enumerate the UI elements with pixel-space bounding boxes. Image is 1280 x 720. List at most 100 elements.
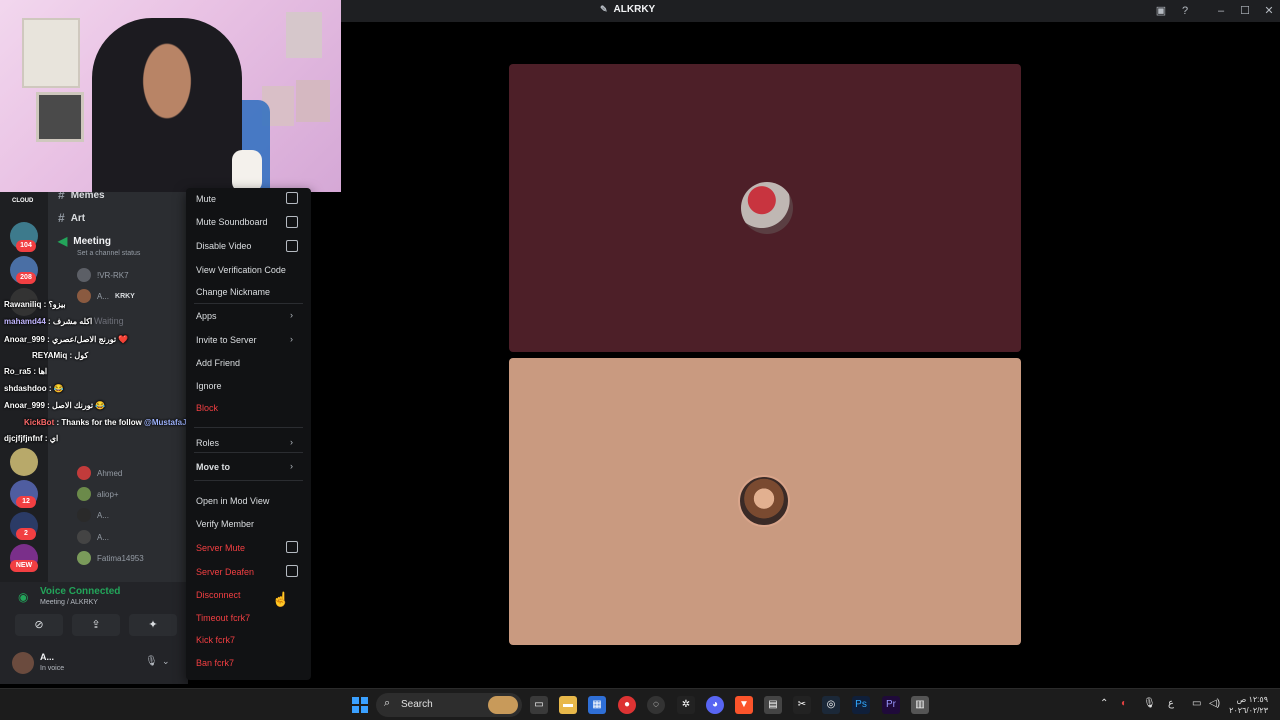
chat-line: Rawaniliq : بيزو؟: [4, 300, 66, 309]
close-icon[interactable]: ✕: [1262, 4, 1276, 18]
chat-text: : بيزو؟: [43, 300, 66, 309]
menu-view-verification-code[interactable]: View Verification Code: [196, 265, 286, 275]
store-icon[interactable]: ▦: [588, 696, 606, 714]
menu-disconnect[interactable]: Disconnect: [196, 590, 241, 600]
photoshop-icon[interactable]: Ps: [852, 696, 870, 714]
taskbar-search[interactable]: ⌕ Search: [376, 693, 522, 717]
inbox-icon[interactable]: ▣: [1154, 4, 1168, 18]
signal-icon: ◉: [18, 590, 29, 604]
help-icon[interactable]: ?: [1178, 4, 1192, 18]
voice-member[interactable]: aliop+: [77, 487, 119, 501]
discord-icon[interactable]: ◕: [706, 696, 724, 714]
voice-member[interactable]: !VR-RK7: [77, 268, 129, 282]
avatar[interactable]: [12, 652, 34, 674]
clock-date: ٢٠٢٦/٠٢/٢٣: [1229, 706, 1268, 715]
chat-line: mahamd44 : اكله مشرف: [4, 317, 92, 326]
channel-label: Memes: [70, 192, 105, 201]
member-name: aliop+: [97, 489, 119, 499]
channel-art[interactable]: # Art: [58, 211, 85, 225]
search-label: Search: [401, 699, 433, 710]
chat-line: Anoar_999 : تورنك الاصل 😂: [4, 401, 105, 410]
menu-mute[interactable]: Mute: [196, 194, 216, 204]
unread-badge: 104: [16, 240, 36, 252]
clock-time: ١٢:٥٩ ص: [1236, 695, 1268, 704]
chevron-down-icon[interactable]: ⌄: [162, 656, 170, 667]
minimize-icon[interactable]: –: [1214, 4, 1228, 18]
voice-panel: ◉ Voice Connected Meeting / ALKRKY ⊘ ⇪ ✦…: [0, 582, 188, 684]
menu-ban[interactable]: Ban fcrk7: [196, 658, 234, 668]
chat-user: Anoar_999: [4, 401, 45, 410]
voice-member[interactable]: A... KRKY: [77, 289, 135, 303]
menu-timeout[interactable]: Timeout fcrk7: [196, 613, 250, 623]
menu-add-friend[interactable]: Add Friend: [196, 358, 240, 368]
channel-status[interactable]: Set a channel status: [77, 250, 140, 257]
menu-block[interactable]: Block: [196, 403, 218, 413]
volume-icon[interactable]: ◁): [1209, 698, 1220, 709]
voice-member[interactable]: A...: [77, 530, 109, 544]
network-icon[interactable]: ▭: [1192, 698, 1201, 709]
channel-label: Meeting: [73, 235, 112, 247]
settings-app-icon[interactable]: ✲: [677, 696, 695, 714]
video-tile-user1[interactable]: [509, 64, 1021, 352]
steam-icon[interactable]: ◎: [822, 696, 840, 714]
server-mute-checkbox[interactable]: [286, 541, 298, 553]
activities-button[interactable]: ✦: [129, 614, 177, 636]
menu-server-deafen[interactable]: Server Deafen: [196, 567, 254, 577]
avatar: [77, 466, 91, 480]
maximize-icon[interactable]: ☐: [1238, 4, 1252, 18]
share-screen-button[interactable]: ⇪: [72, 614, 120, 636]
hand-cursor-icon: ☝: [272, 591, 290, 607]
app-icon[interactable]: ▥: [911, 696, 929, 714]
server-icon[interactable]: [10, 448, 38, 476]
menu-server-mute[interactable]: Server Mute: [196, 543, 245, 553]
menu-kick[interactable]: Kick fcrk7: [196, 635, 235, 645]
unread-badge: 208: [16, 272, 36, 284]
menu-divider: [194, 480, 303, 481]
video-tile-user2[interactable]: [509, 358, 1021, 645]
voice-channel[interactable]: Meeting / ALKRKY: [40, 599, 98, 606]
wall-plaque: [296, 80, 330, 122]
chevron-up-icon[interactable]: ⌃: [1100, 698, 1108, 709]
clock[interactable]: ١٢:٥٩ ص ٢٠٢٦/٠٢/٢٣: [1228, 694, 1268, 716]
menu-change-nickname[interactable]: Change Nickname: [196, 287, 270, 297]
chat-line: Ro_ra5 : اها: [4, 367, 47, 376]
editor-icon[interactable]: ▤: [764, 696, 782, 714]
chrome-icon[interactable]: ●: [618, 696, 636, 714]
menu-open-mod-view[interactable]: Open in Mod View: [196, 496, 269, 506]
language-indicator[interactable]: ع: [1168, 698, 1174, 709]
chevron-right-icon: ›: [290, 334, 293, 344]
menu-ignore[interactable]: Ignore: [196, 381, 222, 391]
brave-icon[interactable]: ▼: [735, 696, 753, 714]
mute-checkbox[interactable]: [286, 192, 298, 204]
app-icon[interactable]: ◌: [647, 696, 665, 714]
menu-apps[interactable]: Apps: [196, 311, 217, 321]
menu-roles[interactable]: Roles: [196, 438, 219, 448]
server-deafen-checkbox[interactable]: [286, 565, 298, 577]
capcut-icon[interactable]: ✂: [793, 696, 811, 714]
voice-status[interactable]: Voice Connected: [40, 586, 120, 597]
channel-list: # Memes # Art ◀ Meeting Set a channel st…: [48, 192, 188, 582]
channel-meeting[interactable]: ◀ Meeting: [58, 234, 111, 248]
chat-user: Rawaniliq: [4, 300, 42, 309]
voice-member[interactable]: A...: [77, 508, 109, 522]
menu-invite-to-server[interactable]: Invite to Server: [196, 335, 257, 345]
camera-off-button[interactable]: ⊘: [15, 614, 63, 636]
menu-move-to[interactable]: Move to: [196, 462, 230, 472]
tray-app-icon[interactable]: ◐: [1121, 698, 1127, 709]
menu-verify-member[interactable]: Verify Member: [196, 519, 254, 529]
channel-memes[interactable]: # Memes: [58, 192, 105, 202]
voice-member[interactable]: Fatima14953: [77, 551, 144, 565]
windows-start-icon[interactable]: [352, 697, 368, 713]
menu-disable-video[interactable]: Disable Video: [196, 241, 251, 251]
microphone-icon[interactable]: 🎙: [1143, 698, 1156, 709]
chat-text: : تورنج الاصل/عصري ❤️: [47, 335, 129, 344]
voice-member[interactable]: Ahmed: [77, 466, 122, 480]
task-view-icon[interactable]: ▭: [530, 696, 548, 714]
premiere-icon[interactable]: Pr: [882, 696, 900, 714]
microphone-icon[interactable]: 🎙: [145, 656, 158, 667]
menu-mute-soundboard[interactable]: Mute Soundboard: [196, 217, 268, 227]
file-explorer-icon[interactable]: ▬: [559, 696, 577, 714]
chat-line: Anoar_999 : تورنج الاصل/عصري ❤️: [4, 335, 128, 344]
disable-video-checkbox[interactable]: [286, 240, 298, 252]
mute-soundboard-checkbox[interactable]: [286, 216, 298, 228]
